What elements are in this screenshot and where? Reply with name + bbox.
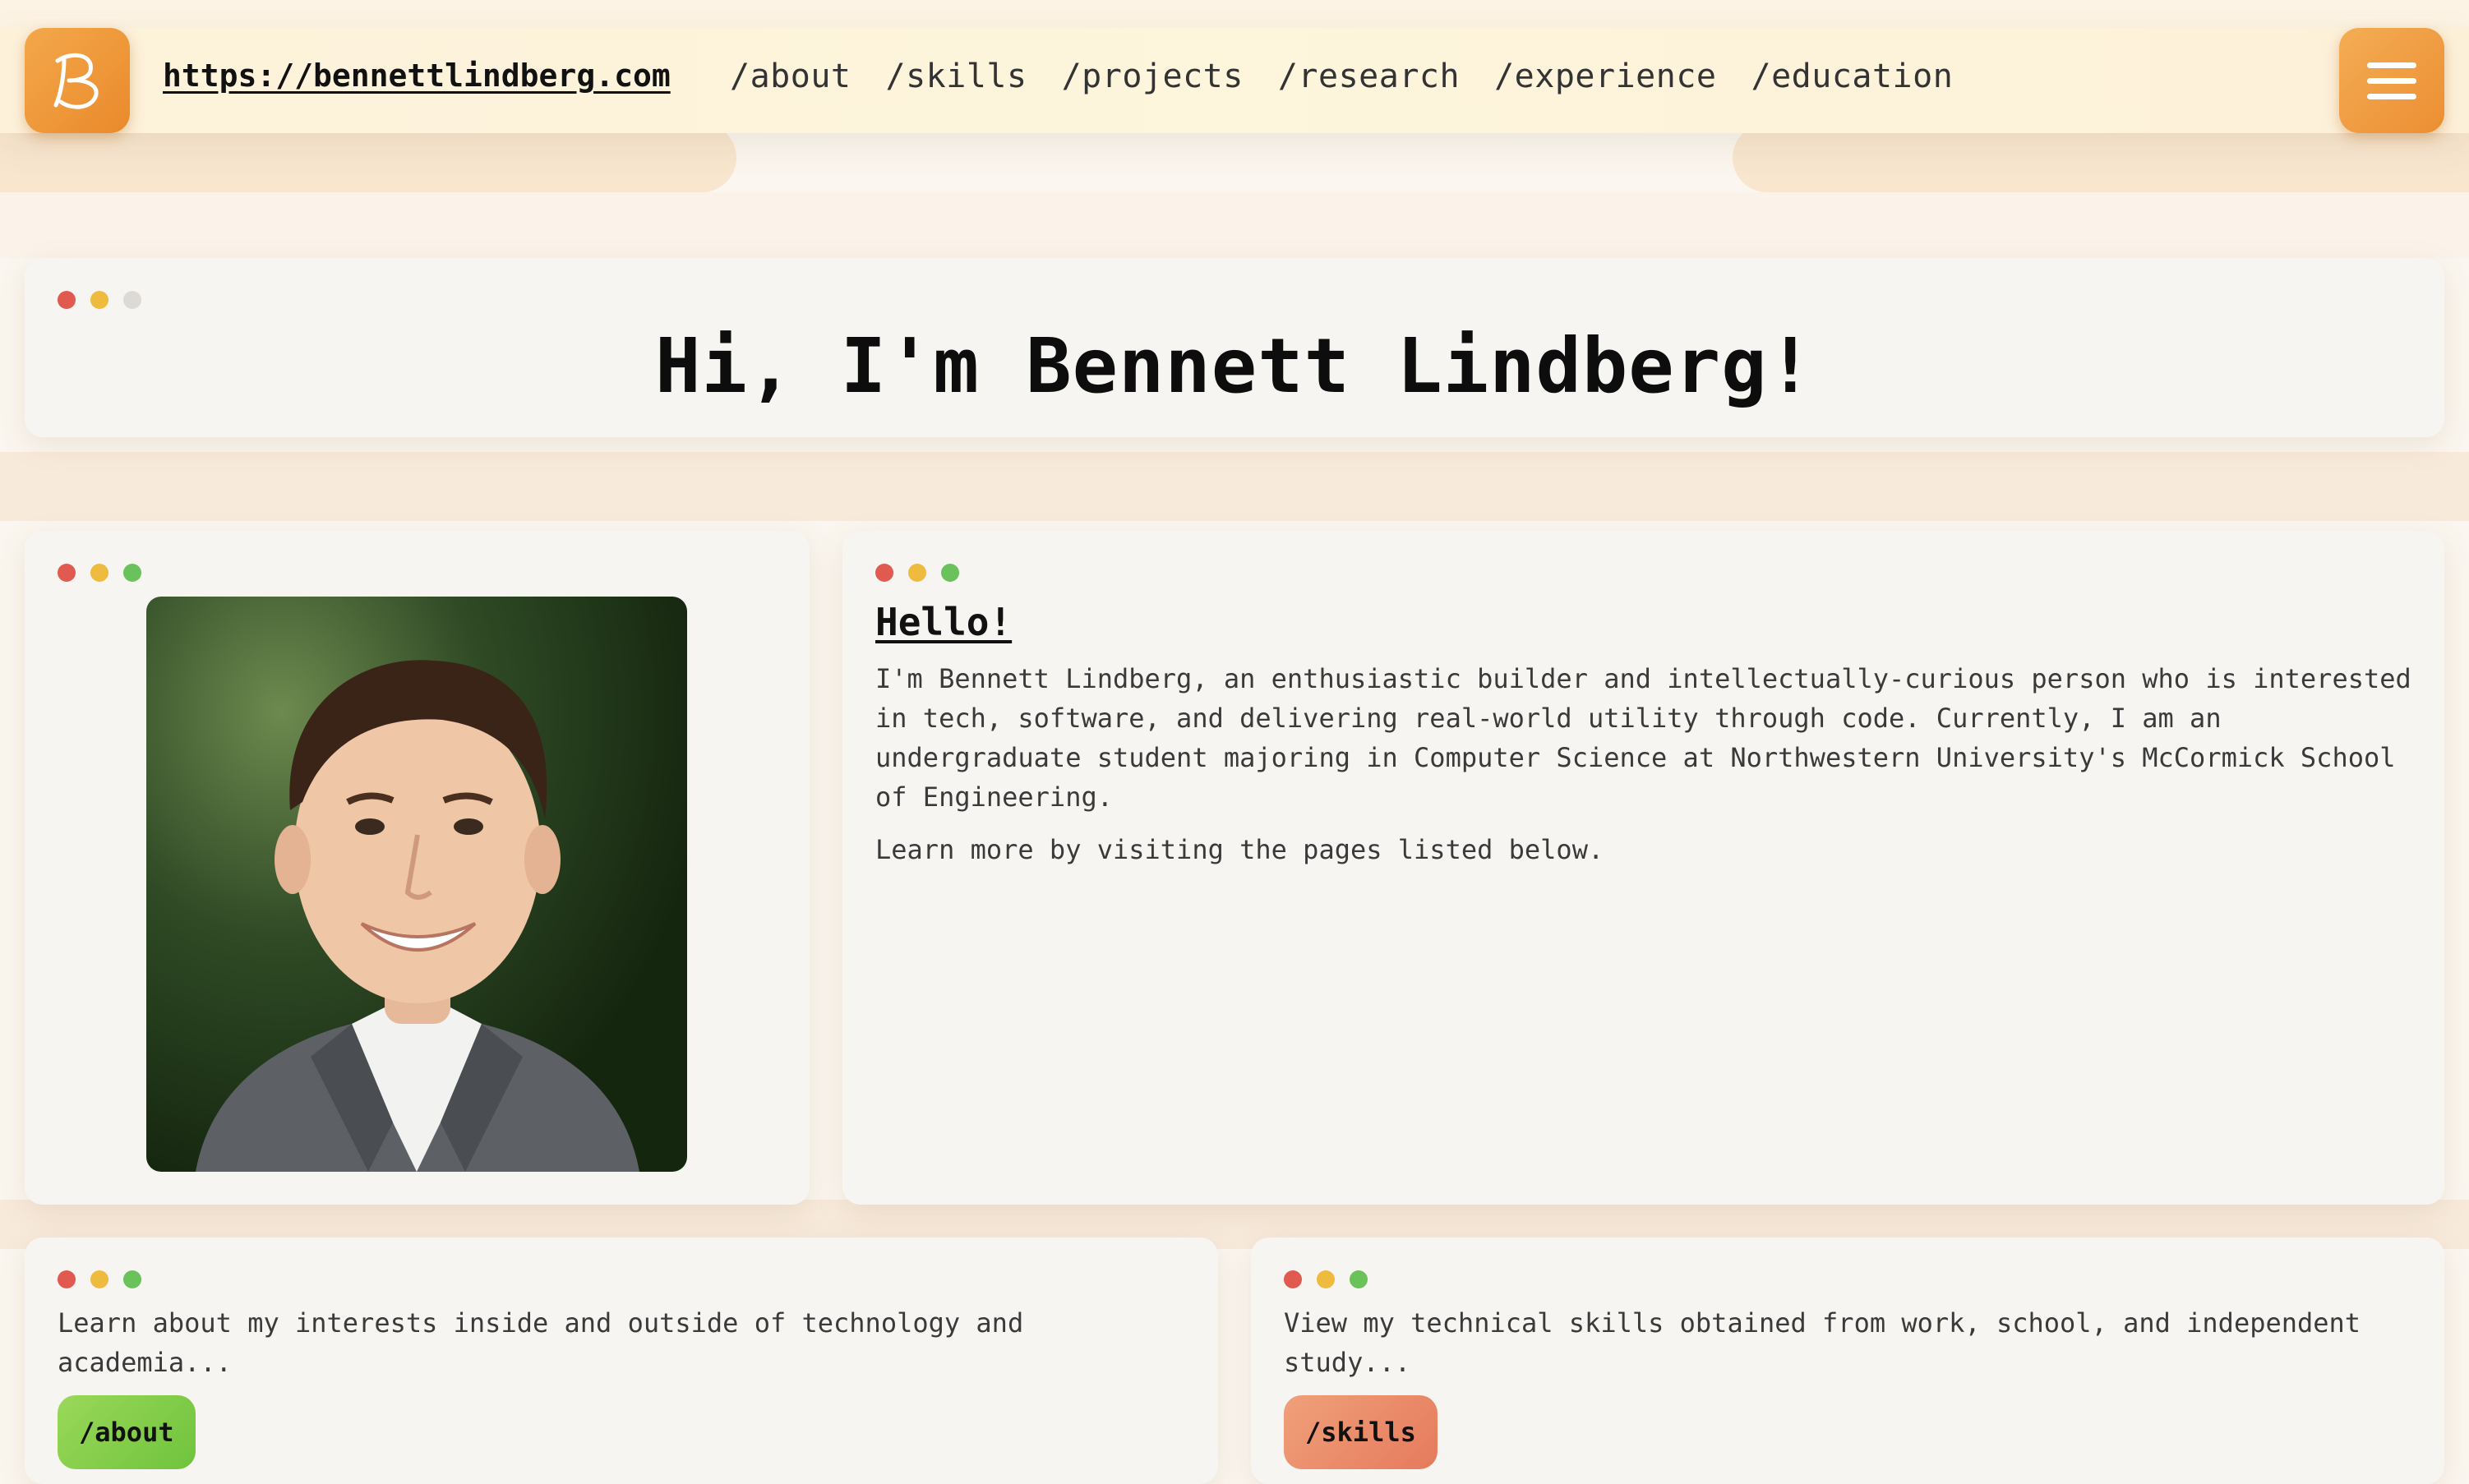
portrait-illustration — [196, 660, 639, 1172]
maximize-dot-icon — [123, 291, 141, 309]
hamburger-menu-icon — [2367, 62, 2416, 68]
nav-link-experience[interactable]: /experience — [1494, 58, 1716, 95]
maximize-dot-icon — [123, 1270, 141, 1288]
hamburger-menu-icon — [2367, 77, 2416, 84]
minimize-dot-icon — [90, 1270, 108, 1288]
nav-link-about[interactable]: /about — [730, 58, 851, 95]
background-band — [0, 0, 2469, 28]
about-card: Learn about my interests inside and outs… — [25, 1237, 1218, 1484]
intro-heading: Hello! — [875, 600, 1013, 644]
maximize-dot-icon — [123, 564, 141, 582]
intro-card: Hello! I'm Bennett Lindberg, an enthusia… — [842, 531, 2444, 1205]
skills-card: View my technical skills obtained from w… — [1251, 1237, 2444, 1484]
hero-card: Hi, I'm Bennett Lindberg! — [25, 258, 2444, 437]
skills-card-text: View my technical skills obtained from w… — [1284, 1307, 2361, 1378]
nav-link-education[interactable]: /education — [1751, 58, 1953, 95]
skills-button[interactable]: /skills — [1284, 1395, 1438, 1469]
window-dots — [58, 564, 141, 582]
b-monogram-icon — [53, 53, 99, 109]
close-dot-icon — [1284, 1270, 1302, 1288]
minimize-dot-icon — [908, 564, 926, 582]
minimize-dot-icon — [90, 291, 108, 309]
hero-title: Hi, I'm Bennett Lindberg! — [655, 322, 1814, 410]
intro-text: I'm Bennett Lindberg, an enthusiastic bu… — [875, 659, 2421, 883]
profile-photo — [146, 597, 687, 1172]
background-stripe — [1733, 123, 2469, 192]
nav-links: /about /skills /projects /research /expe… — [730, 58, 1953, 95]
photo-card — [25, 531, 810, 1205]
maximize-dot-icon — [941, 564, 959, 582]
background-stripe — [0, 123, 736, 192]
minimize-dot-icon — [1317, 1270, 1335, 1288]
intro-paragraph: I'm Bennett Lindberg, an enthusiastic bu… — [875, 663, 2411, 813]
menu-button[interactable] — [2339, 28, 2444, 133]
background-band — [0, 192, 2469, 258]
logo-button[interactable] — [25, 28, 130, 133]
window-dots — [875, 564, 959, 582]
window-dots — [58, 291, 141, 309]
site-url-link[interactable]: https://bennettlindberg.com — [163, 58, 671, 94]
close-dot-icon — [58, 291, 76, 309]
window-dots — [1284, 1270, 1368, 1288]
window-dots — [58, 1270, 141, 1288]
nav-link-research[interactable]: /research — [1278, 58, 1460, 95]
about-button[interactable]: /about — [58, 1395, 196, 1469]
maximize-dot-icon — [1350, 1270, 1368, 1288]
about-card-text: Learn about my interests inside and outs… — [58, 1307, 1024, 1378]
hamburger-menu-icon — [2367, 93, 2416, 99]
intro-paragraph: Learn more by visiting the pages listed … — [875, 834, 1604, 865]
close-dot-icon — [875, 564, 893, 582]
close-dot-icon — [58, 1270, 76, 1288]
minimize-dot-icon — [90, 564, 108, 582]
background-band — [0, 452, 2469, 521]
nav-link-projects[interactable]: /projects — [1062, 58, 1244, 95]
close-dot-icon — [58, 564, 76, 582]
nav-link-skills[interactable]: /skills — [886, 58, 1027, 95]
